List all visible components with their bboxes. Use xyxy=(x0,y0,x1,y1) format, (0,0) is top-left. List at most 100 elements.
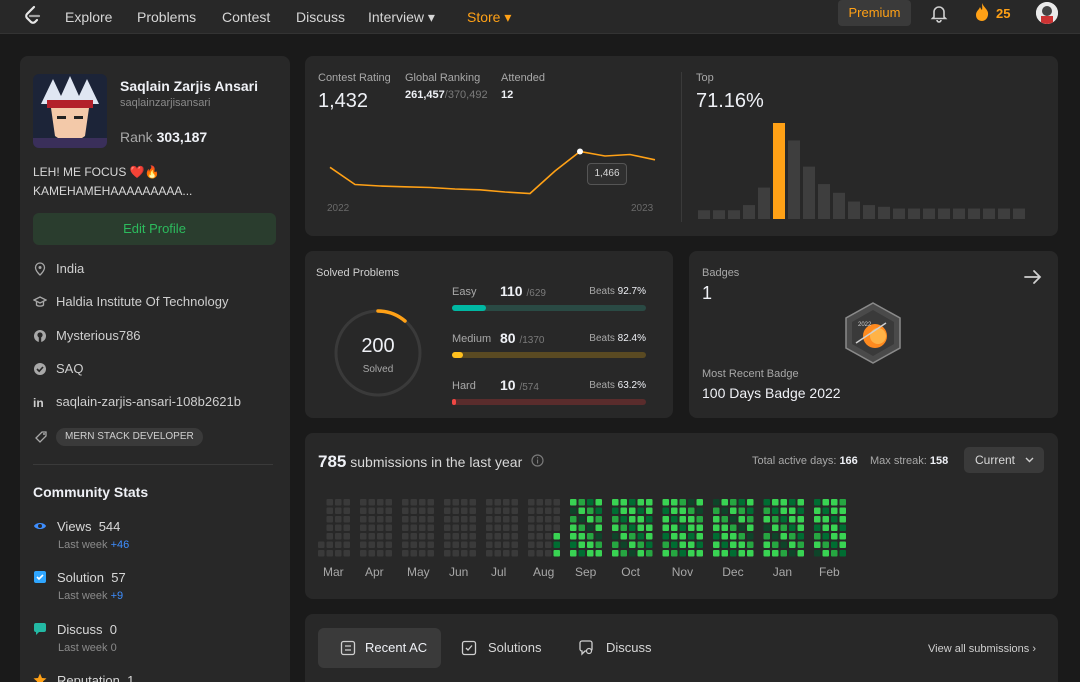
heatmap-cell[interactable] xyxy=(419,541,426,549)
heatmap-cell[interactable] xyxy=(461,550,468,557)
heatmap-cell[interactable] xyxy=(822,541,830,549)
view-all-submissions-link[interactable]: View all submissions › xyxy=(928,643,1036,655)
heatmap-cell[interactable] xyxy=(486,524,493,532)
heatmap-cell[interactable] xyxy=(427,541,435,549)
heatmap-cell[interactable] xyxy=(679,541,687,549)
heatmap-grid[interactable] xyxy=(318,488,1048,563)
heatmap-cell[interactable] xyxy=(326,516,334,523)
heatmap-cell[interactable] xyxy=(772,507,779,515)
heatmap-cell[interactable] xyxy=(713,541,720,549)
heatmap-cell[interactable] xyxy=(536,541,544,549)
heatmap-cell[interactable] xyxy=(620,516,628,523)
heatmap-cell[interactable] xyxy=(486,499,493,506)
heatmap-cell[interactable] xyxy=(511,550,519,557)
heatmap-cell[interactable] xyxy=(402,533,409,540)
heatmap-cell[interactable] xyxy=(831,550,838,557)
heatmap-cell[interactable] xyxy=(730,533,737,540)
heatmap-cell[interactable] xyxy=(570,499,577,506)
heatmap-cell[interactable] xyxy=(814,524,821,532)
heatmap-cell[interactable] xyxy=(545,499,552,506)
streak-count[interactable]: 25 xyxy=(996,6,1010,21)
heatmap-cell[interactable] xyxy=(385,516,393,523)
heatmap-cell[interactable] xyxy=(721,507,729,515)
heatmap-cell[interactable] xyxy=(335,550,342,557)
heatmap-cell[interactable] xyxy=(385,499,393,506)
heatmap-cell[interactable] xyxy=(410,541,418,549)
heatmap-cell[interactable] xyxy=(822,524,830,532)
heatmap-cell[interactable] xyxy=(595,507,603,515)
heatmap-cell[interactable] xyxy=(461,524,468,532)
github-text[interactable]: Mysterious786 xyxy=(56,327,141,345)
heatmap-cell[interactable] xyxy=(494,541,502,549)
heatmap-cell[interactable] xyxy=(662,499,670,506)
heatmap-cell[interactable] xyxy=(335,541,342,549)
heatmap-cell[interactable] xyxy=(343,524,351,532)
heatmap-cell[interactable] xyxy=(461,533,468,540)
heatmap-cell[interactable] xyxy=(780,524,788,532)
heatmap-cell[interactable] xyxy=(368,541,376,549)
heatmap-cell[interactable] xyxy=(738,516,746,523)
heatmap-cell[interactable] xyxy=(713,499,720,506)
heatmap-cell[interactable] xyxy=(343,533,351,540)
heatmap-cell[interactable] xyxy=(570,550,577,557)
heatmap-cell[interactable] xyxy=(494,499,502,506)
heatmap-cell[interactable] xyxy=(545,516,552,523)
heatmap-cell[interactable] xyxy=(444,524,451,532)
heatmap-cell[interactable] xyxy=(343,499,351,506)
heatmap-cell[interactable] xyxy=(578,533,586,540)
heatmap-cell[interactable] xyxy=(629,516,636,523)
heatmap-cell[interactable] xyxy=(688,541,695,549)
heatmap-cell[interactable] xyxy=(503,507,510,515)
heatmap-cell[interactable] xyxy=(536,499,544,506)
heatmap-cell[interactable] xyxy=(671,507,678,515)
heatmap-cell[interactable] xyxy=(536,516,544,523)
heatmap-cell[interactable] xyxy=(587,516,594,523)
heatmap-cell[interactable] xyxy=(662,550,670,557)
heatmap-cell[interactable] xyxy=(452,524,460,532)
heatmap-cell[interactable] xyxy=(620,541,628,549)
heatmap-cell[interactable] xyxy=(662,533,670,540)
heatmap-cell[interactable] xyxy=(629,541,636,549)
heatmap-cell[interactable] xyxy=(419,524,426,532)
heatmap-cell[interactable] xyxy=(545,533,552,540)
heatmap-cell[interactable] xyxy=(343,541,351,549)
heatmap-cell[interactable] xyxy=(427,499,435,506)
heatmap-cell[interactable] xyxy=(780,516,788,523)
heatmap-cell[interactable] xyxy=(696,541,704,549)
heatmap-cell[interactable] xyxy=(629,533,636,540)
heatmap-cell[interactable] xyxy=(629,499,636,506)
heatmap-cell[interactable] xyxy=(671,541,678,549)
heatmap-cell[interactable] xyxy=(679,507,687,515)
heatmap-cell[interactable] xyxy=(427,524,435,532)
heatmap-cell[interactable] xyxy=(360,550,367,557)
heatmap-cell[interactable] xyxy=(747,541,754,549)
arrow-right-icon[interactable] xyxy=(1023,267,1043,287)
heatmap-cell[interactable] xyxy=(620,499,628,506)
heatmap-cell[interactable] xyxy=(595,541,603,549)
skill-tag[interactable]: MERN STACK DEVELOPER xyxy=(56,428,203,446)
heatmap-cell[interactable] xyxy=(822,550,830,557)
heatmap-cell[interactable] xyxy=(646,499,653,506)
heatmap-cell[interactable] xyxy=(789,516,796,523)
heatmap-cell[interactable] xyxy=(612,499,619,506)
heatmap-cell[interactable] xyxy=(595,516,603,523)
heatmap-cell[interactable] xyxy=(763,524,771,532)
heatmap-cell[interactable] xyxy=(671,533,678,540)
heatmap-cell[interactable] xyxy=(410,516,418,523)
heatmap-cell[interactable] xyxy=(671,499,678,506)
heatmap-cell[interactable] xyxy=(688,499,695,506)
heatmap-cell[interactable] xyxy=(452,533,460,540)
heatmap-cell[interactable] xyxy=(831,499,838,506)
heatmap-cell[interactable] xyxy=(553,533,561,540)
heatmap-cell[interactable] xyxy=(545,507,552,515)
heatmap-cell[interactable] xyxy=(696,516,704,523)
heatmap-cell[interactable] xyxy=(797,541,805,549)
heatmap-cell[interactable] xyxy=(511,516,519,523)
heatmap-cell[interactable] xyxy=(789,524,796,532)
heatmap-cell[interactable] xyxy=(612,516,619,523)
heatmap-cell[interactable] xyxy=(688,524,695,532)
heatmap-cell[interactable] xyxy=(822,516,830,523)
heatmap-cell[interactable] xyxy=(486,507,493,515)
heatmap-cell[interactable] xyxy=(511,541,519,549)
heatmap-cell[interactable] xyxy=(747,550,754,557)
